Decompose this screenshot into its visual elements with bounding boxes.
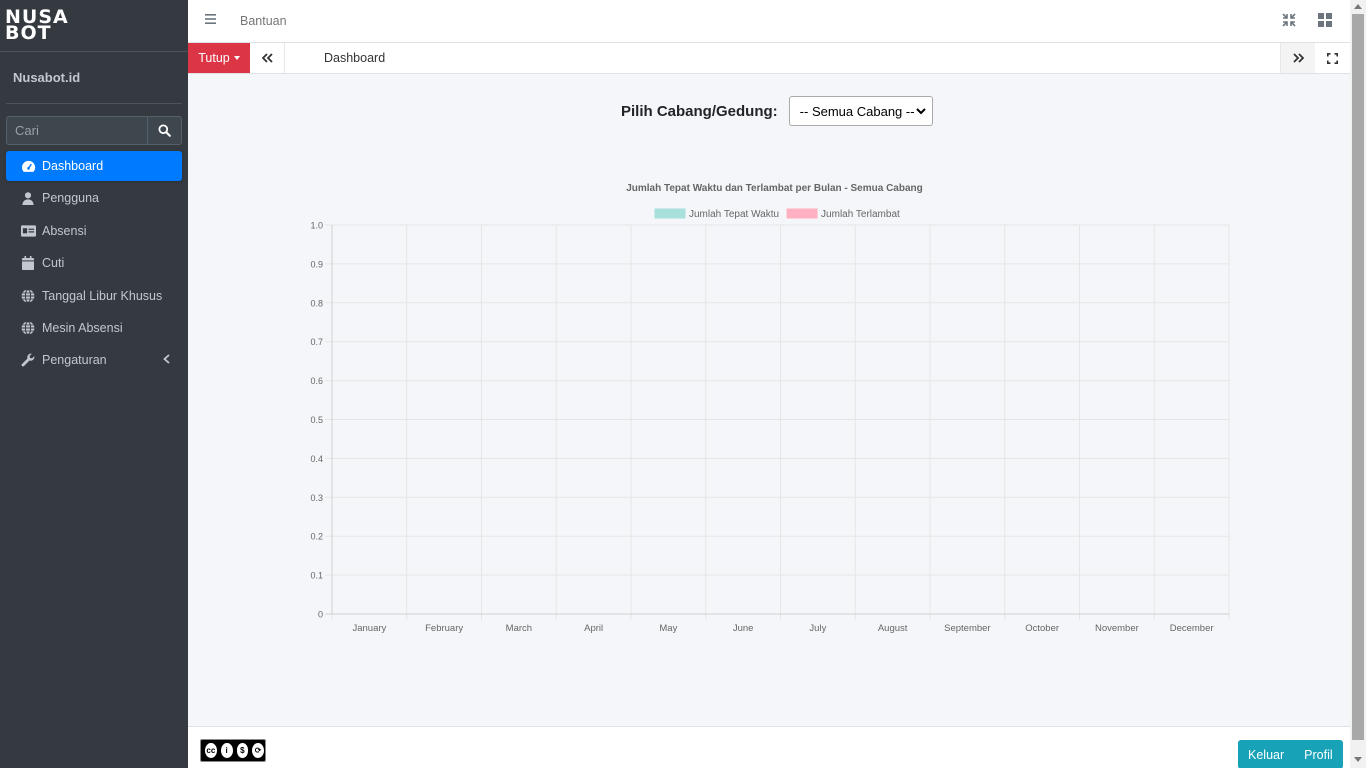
user-name[interactable]: Nusabot.id [13, 70, 80, 85]
sidebar-item-absensi[interactable]: Absensi [6, 216, 182, 246]
double-chevron-right-icon [1292, 53, 1304, 63]
y-tick-label: 0.9 [310, 259, 323, 269]
sidebar-item-label: Tanggal Libur Khusus [42, 288, 163, 303]
tachometer-icon [20, 158, 36, 174]
y-tick-label: 0.4 [310, 454, 323, 464]
tab-dashboard[interactable]: Dashboard [285, 43, 425, 73]
brand-logo: NUSA BOT [5, 6, 69, 44]
top-navbar: Bantuan [188, 0, 1350, 43]
x-tick-label: November [1095, 623, 1139, 634]
legend-swatch [786, 208, 818, 219]
legend-label: Jumlah Tepat Waktu [689, 209, 779, 220]
sidebar-item-pengguna[interactable]: Pengguna [6, 183, 182, 213]
legend-label: Jumlah Terlambat [821, 209, 900, 220]
logout-button[interactable]: Keluar [1238, 740, 1294, 768]
id-card-icon [20, 223, 36, 239]
scroll-down-arrow-icon[interactable] [1354, 757, 1362, 762]
footer: cc i $ ⟳ Keluar Profil [188, 726, 1350, 768]
menu-icon[interactable] [205, 14, 216, 24]
sidebar-item-label: Absensi [42, 223, 87, 238]
sidebar-item-cuti[interactable]: Cuti [6, 248, 182, 278]
sidebar-item-label: Dashboard [42, 159, 104, 173]
search-button[interactable] [147, 116, 182, 145]
nc-icon: $ [235, 742, 250, 759]
y-tick-label: 0.8 [310, 298, 323, 308]
x-tick-label: February [425, 623, 463, 634]
scroll-up-arrow-icon[interactable] [1354, 4, 1362, 9]
page-scrollbar[interactable] [1350, 0, 1366, 768]
y-tick-label: 0.3 [310, 493, 323, 503]
y-tick-label: 0 [318, 610, 323, 620]
tab-bar: Tutup Dashboard [188, 43, 1350, 74]
close-tabs-label: Tutup [198, 51, 230, 65]
x-tick-label: August [878, 623, 908, 634]
x-tick-label: June [733, 623, 754, 634]
sidebar-item-tanggal-libur-khusus[interactable]: Tanggal Libur Khusus [6, 281, 182, 311]
scroll-tabs-right-button[interactable] [1280, 43, 1315, 73]
x-tick-label: March [506, 623, 532, 634]
cc-license-badge[interactable]: cc i $ ⟳ [200, 739, 266, 762]
chart-title: Jumlah Tepat Waktu dan Terlambat per Bul… [626, 183, 923, 194]
sidebar: NUSA BOT Nusabot.id Dashboard Pengguna [0, 0, 188, 768]
sidebar-nav: Dashboard Pengguna Absensi Cuti Tanggal … [6, 151, 182, 378]
wrench-icon [20, 352, 36, 368]
sidebar-item-label: Cuti [42, 256, 65, 271]
y-tick-label: 0.7 [310, 337, 323, 347]
globe-icon [20, 320, 36, 336]
close-tabs-button[interactable]: Tutup [188, 43, 250, 73]
cc-icon: cc [204, 742, 218, 759]
sidebar-item-label: Mesin Absensi [42, 320, 123, 335]
fullscreen-button[interactable] [1315, 43, 1350, 73]
help-link[interactable]: Bantuan [240, 14, 287, 28]
chevron-left-icon [163, 354, 170, 365]
user-icon [20, 190, 36, 206]
y-tick-label: 0.1 [310, 571, 323, 581]
main-content: Pilih Cabang/Gedung: -- Semua Cabang -- … [188, 74, 1350, 726]
caret-down-icon [233, 56, 240, 60]
calendar-icon [20, 255, 36, 271]
search-input[interactable] [6, 116, 147, 145]
compress-icon[interactable] [1282, 13, 1296, 27]
sidebar-item-mesin-absensi[interactable]: Mesin Absensi [6, 313, 182, 343]
profile-button[interactable]: Profil [1294, 740, 1342, 768]
sidebar-search [6, 116, 182, 145]
scrollbar-thumb[interactable] [1352, 14, 1364, 740]
y-tick-label: 0.6 [310, 376, 323, 386]
x-tick-label: October [1025, 623, 1059, 634]
double-chevron-left-icon [261, 53, 273, 63]
sidebar-item-label: Pengaturan [42, 353, 107, 368]
x-tick-label: July [809, 623, 826, 634]
sidebar-item-label: Pengguna [42, 191, 100, 206]
footer-button-group: Keluar Profil [1238, 740, 1343, 768]
by-icon: i [219, 742, 234, 759]
search-icon [158, 124, 171, 137]
y-tick-label: 1.0 [310, 221, 323, 231]
brand-link[interactable]: NUSA BOT [0, 0, 188, 52]
globe-icon [20, 288, 36, 304]
y-tick-label: 0.2 [310, 532, 323, 542]
x-tick-label: December [1170, 623, 1214, 634]
sidebar-item-dashboard[interactable]: Dashboard [6, 151, 182, 181]
x-tick-label: May [659, 623, 677, 634]
x-tick-label: January [352, 623, 386, 634]
y-tick-label: 0.5 [310, 415, 323, 425]
attendance-chart: Jumlah Tepat Waktu dan Terlambat per Bul… [310, 183, 1230, 634]
x-tick-label: September [944, 623, 990, 634]
sidebar-item-pengaturan[interactable]: Pengaturan [6, 345, 182, 375]
x-tick-label: April [584, 623, 603, 634]
legend-swatch [654, 208, 686, 219]
user-panel: Nusabot.id [6, 52, 182, 104]
sa-icon: ⟳ [251, 742, 265, 759]
grid-layout-icon[interactable] [1318, 13, 1332, 27]
expand-icon [1327, 52, 1338, 64]
scroll-tabs-left-button[interactable] [250, 43, 285, 73]
